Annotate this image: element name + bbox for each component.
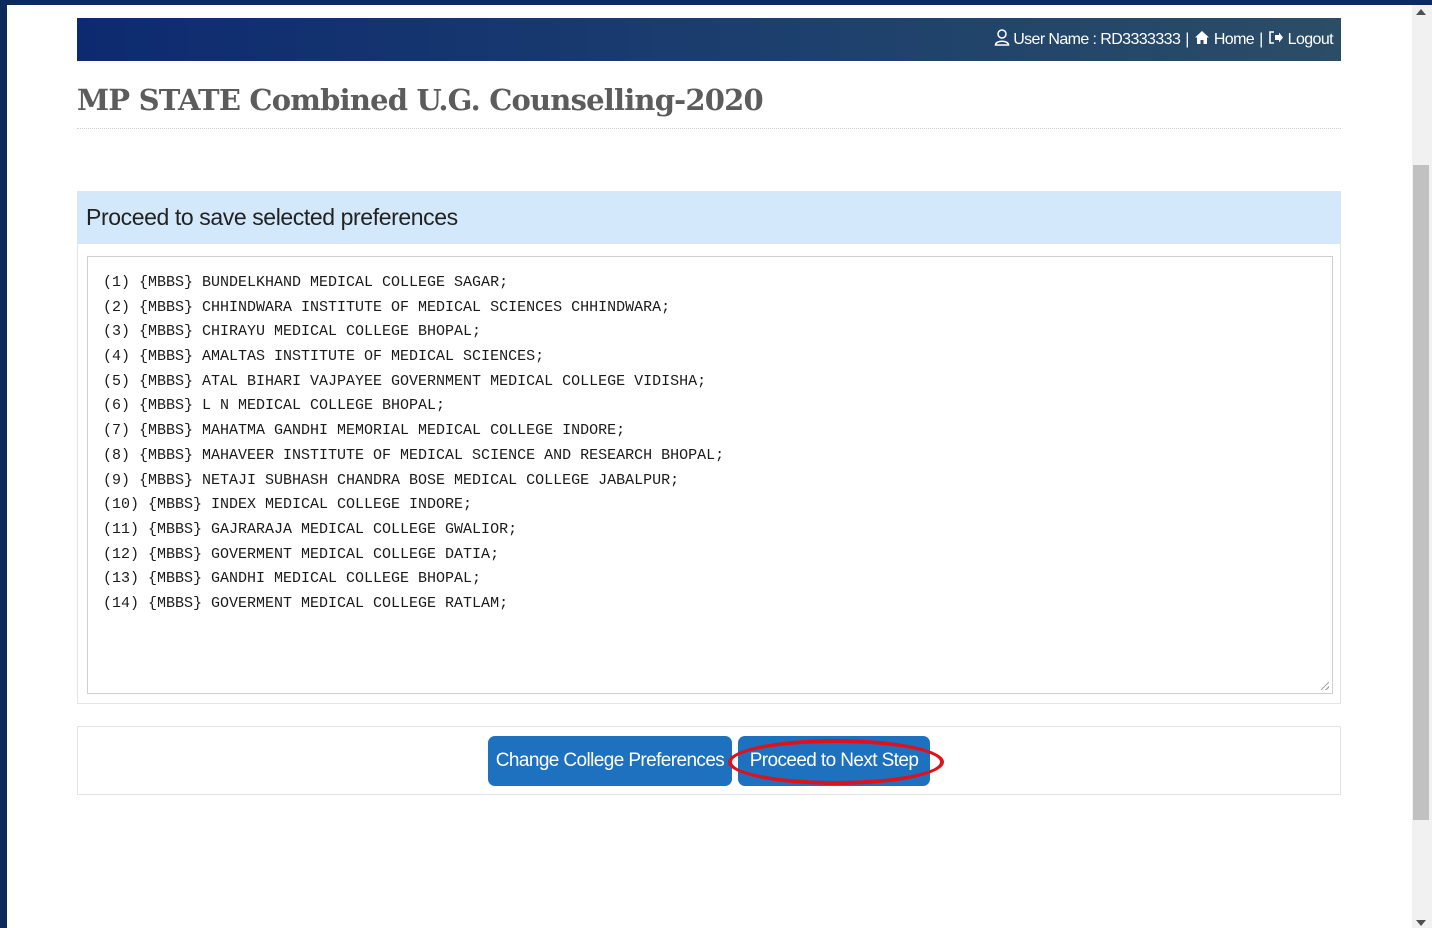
title-divider (77, 128, 1341, 129)
nav-separator: | (1185, 31, 1189, 48)
user-nav: User Name : RD3333333 | Home | Logout (994, 29, 1334, 51)
preference-item: (14) {MBBS} GOVERMENT MEDICAL COLLEGE RA… (103, 594, 509, 612)
preferences-panel: Proceed to save selected preferences (1)… (77, 191, 1341, 704)
proceed-to-next-step-button[interactable]: Proceed to Next Step (738, 736, 930, 786)
preference-item: (8) {MBBS} MAHAVEER INSTITUTE OF MEDICAL… (103, 446, 725, 464)
preference-item: (11) {MBBS} GAJRARAJA MEDICAL COLLEGE GW… (103, 520, 518, 538)
preference-item: (1) {MBBS} BUNDELKHAND MEDICAL COLLEGE S… (103, 274, 509, 291)
home-link-label: Home (1213, 31, 1255, 48)
top-header-bar: User Name : RD3333333 | Home | Logout (77, 18, 1341, 61)
preference-item: (6) {MBBS} L N MEDICAL COLLEGE BHOPAL; (103, 397, 446, 415)
logout-link[interactable]: Logout (1268, 30, 1334, 50)
preferences-textarea[interactable]: (1) {MBBS} BUNDELKHAND MEDICAL COLLEGE S… (87, 256, 1333, 694)
textarea-resize-grip[interactable] (1321, 682, 1329, 690)
page-title: MP STATE Combined U.G. Counselling-2020 (77, 83, 764, 117)
user-icon (994, 29, 1010, 51)
preference-item: (4) {MBBS} AMALTAS INSTITUTE OF MEDICAL … (103, 348, 545, 366)
preference-item: (12) {MBBS} GOVERMENT MEDICAL COLLEGE DA… (103, 545, 500, 563)
preference-item: (3) {MBBS} CHIRAYU MEDICAL COLLEGE BHOPA… (103, 323, 482, 341)
preferences-list: (1) {MBBS} BUNDELKHAND MEDICAL COLLEGE S… (103, 271, 1317, 617)
home-link[interactable]: Home (1194, 30, 1255, 50)
scroll-down-arrow-icon[interactable] (1416, 920, 1426, 926)
action-bar: Change College Preferences Proceed to Ne… (77, 726, 1341, 795)
scroll-up-arrow-icon[interactable] (1416, 9, 1426, 15)
preference-item: (13) {MBBS} GANDHI MEDICAL COLLEGE BHOPA… (103, 570, 482, 588)
scrollbar-thumb[interactable] (1413, 165, 1429, 820)
preference-item: (9) {MBBS} NETAJI SUBHASH CHANDRA BOSE M… (103, 471, 680, 489)
vertical-scrollbar[interactable] (1412, 5, 1432, 928)
user-name-label: User Name : RD3333333 (1013, 31, 1181, 48)
change-college-preferences-button[interactable]: Change College Preferences (488, 736, 732, 786)
preference-item: (10) {MBBS} INDEX MEDICAL COLLEGE INDORE… (103, 496, 473, 514)
browser-viewport: User Name : RD3333333 | Home | Logout MP… (7, 5, 1412, 928)
preference-item: (7) {MBBS} MAHATMA GANDHI MEMORIAL MEDIC… (103, 422, 626, 440)
logout-link-label: Logout (1287, 31, 1334, 48)
logout-icon (1268, 30, 1284, 50)
home-icon (1194, 30, 1210, 50)
panel-heading: Proceed to save selected preferences (78, 192, 1340, 244)
preference-item: (2) {MBBS} CHHINDWARA INSTITUTE OF MEDIC… (103, 298, 671, 316)
preference-item: (5) {MBBS} ATAL BIHARI VAJPAYEE GOVERNME… (103, 372, 707, 390)
nav-separator: | (1259, 31, 1263, 48)
